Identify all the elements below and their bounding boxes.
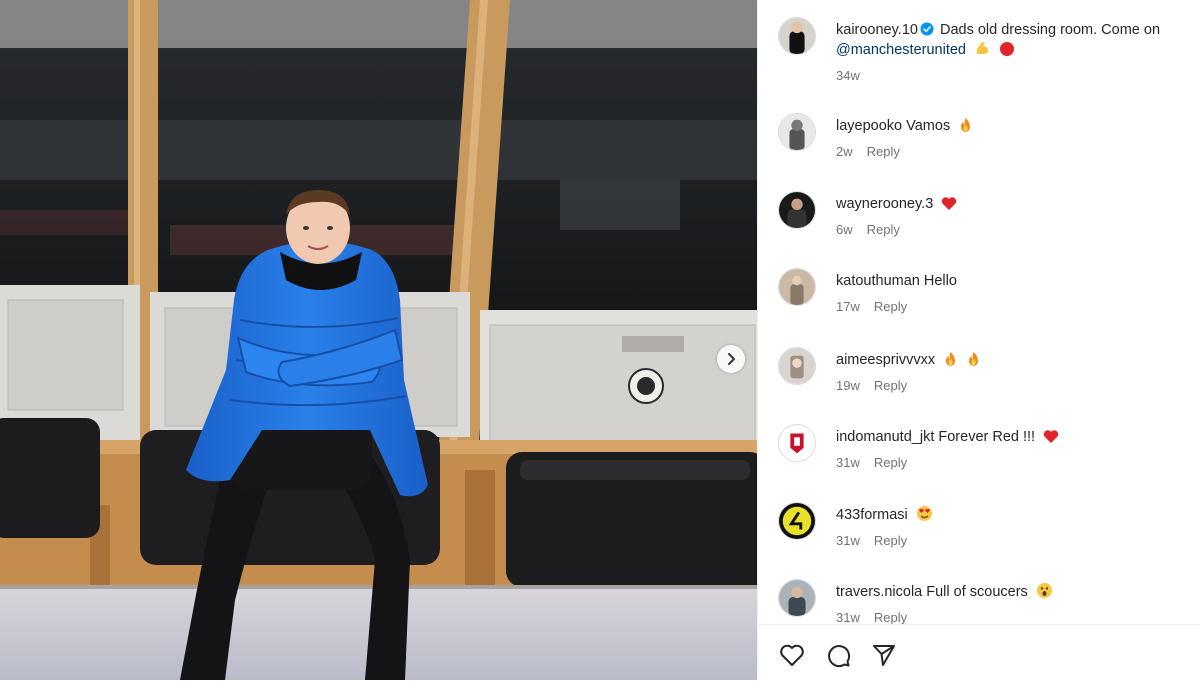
avatar[interactable]	[778, 268, 816, 306]
astonished-face-emoji-icon	[1036, 583, 1052, 598]
red-heart-emoji-icon	[1043, 430, 1059, 443]
comment-username[interactable]: indomanutd_jkt	[836, 429, 934, 445]
red-heart-emoji-icon	[942, 197, 957, 210]
comment-button[interactable]	[824, 641, 852, 669]
caption-text: Dads old dressing room. Come on	[939, 22, 1161, 38]
caption-timestamp[interactable]: 34w	[836, 68, 860, 83]
comment-timestamp[interactable]: 2w	[836, 144, 853, 159]
caption-mention-link[interactable]: @manchesterunited	[836, 42, 966, 58]
red-circle-emoji-icon	[1000, 42, 1015, 56]
avatar[interactable]	[778, 424, 816, 462]
share-button[interactable]	[870, 641, 898, 669]
reply-button[interactable]: Reply	[874, 533, 907, 548]
heart-outline-icon	[780, 644, 804, 666]
post-action-bar	[758, 624, 1200, 681]
heart-eyes-emoji-icon	[916, 506, 932, 521]
comment-timestamp[interactable]: 19w	[836, 378, 860, 393]
comments-list[interactable]: kairooney.10 Dads old dressing room. Com…	[758, 0, 1200, 624]
dressing-room-photo	[0, 0, 757, 680]
comment-username[interactable]: layepooko	[836, 118, 902, 134]
verified-badge-icon	[920, 22, 934, 36]
comment-text: Hello	[923, 273, 957, 289]
flexed-biceps-emoji-icon	[976, 42, 989, 54]
fire-emoji-icon	[961, 118, 971, 132]
avatar[interactable]	[778, 579, 816, 617]
comment-timestamp[interactable]: 6w	[836, 222, 853, 237]
comment-timestamp[interactable]: 31w	[836, 610, 860, 624]
instagram-post-view: kairooney.10 Dads old dressing room. Com…	[0, 0, 1200, 680]
avatar[interactable]	[778, 191, 816, 229]
reply-button[interactable]: Reply	[874, 455, 907, 470]
comment-bubble-icon	[828, 645, 851, 668]
comment-text: Forever Red !!!	[938, 429, 1036, 445]
comment-timestamp[interactable]: 17w	[836, 299, 860, 314]
comment-username[interactable]: katouthuman	[836, 273, 920, 289]
carousel-next-button[interactable]	[717, 345, 745, 373]
avatar[interactable]	[778, 347, 816, 385]
reply-button[interactable]: Reply	[867, 222, 900, 237]
avatar[interactable]	[778, 113, 816, 151]
avatar[interactable]	[778, 17, 816, 55]
comment-timestamp[interactable]: 31w	[836, 455, 860, 470]
comment-username[interactable]: travers.nicola	[836, 584, 922, 600]
comment-text: Full of scoucers	[926, 584, 1028, 600]
post-author-username[interactable]: kairooney.10	[836, 22, 918, 38]
comment-username[interactable]: waynerooney.3	[836, 196, 933, 212]
like-button[interactable]	[778, 641, 806, 669]
reply-button[interactable]: Reply	[874, 299, 907, 314]
reply-button[interactable]: Reply	[874, 610, 907, 624]
paper-plane-icon	[873, 645, 895, 666]
reply-button[interactable]: Reply	[874, 378, 907, 393]
avatar[interactable]	[778, 502, 816, 540]
comment-username[interactable]: aimeesprivvvxx	[836, 352, 935, 368]
chevron-right-icon	[728, 353, 735, 365]
fire-emoji-icon	[946, 352, 956, 366]
post-photo[interactable]	[0, 0, 757, 680]
fire-emoji-icon	[969, 352, 979, 366]
post-sidebar: kairooney.10 Dads old dressing room. Com…	[757, 0, 1200, 680]
comment-timestamp[interactable]: 31w	[836, 533, 860, 548]
reply-button[interactable]: Reply	[867, 144, 900, 159]
comment-text: Vamos	[906, 118, 951, 134]
comment-username[interactable]: 433formasi	[836, 507, 908, 523]
